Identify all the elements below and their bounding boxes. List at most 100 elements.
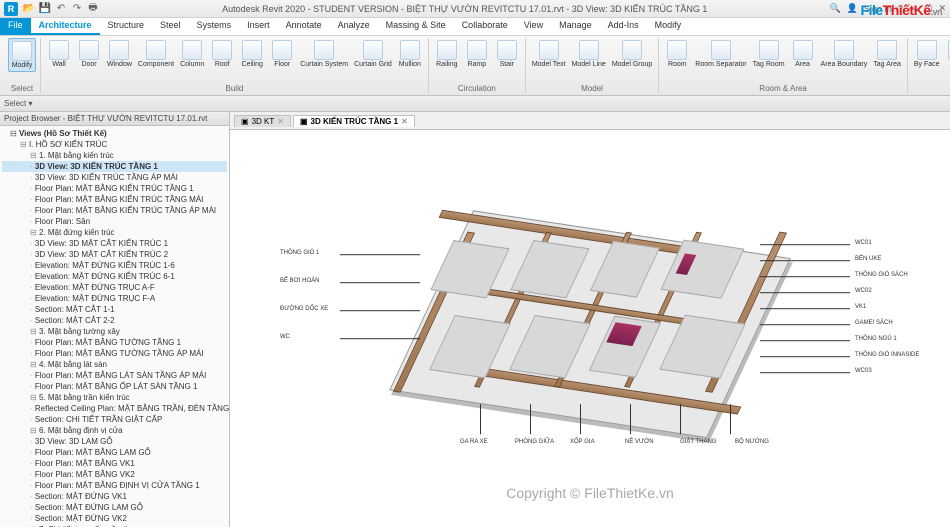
tree-node[interactable]: Elevation: MẶT ĐỨNG KIẾN TRÚC 6-1 bbox=[2, 271, 227, 282]
ribbon-tab-file[interactable]: File bbox=[0, 18, 31, 35]
tree-node[interactable]: Section: CHI TIẾT TRẦN GIẬT CẤP bbox=[2, 414, 227, 425]
tree-node[interactable]: 5. Mặt bằng trần kiến trúc bbox=[2, 392, 227, 403]
tree-node[interactable]: Elevation: MẶT ĐỨNG TRỤC F-A bbox=[2, 293, 227, 304]
tree-node[interactable]: Floor Plan: MẶT BẰNG TƯỜNG TẦNG ÁP MÁI bbox=[2, 348, 227, 359]
ribbon-button-room[interactable]: Room bbox=[663, 38, 691, 70]
ribbon-tab-manage[interactable]: Manage bbox=[551, 18, 600, 35]
close-tab-icon[interactable]: ✕ bbox=[401, 117, 408, 126]
tree-node[interactable]: 1. Mặt bằng kiến trúc bbox=[2, 150, 227, 161]
tree-node[interactable]: 3D View: 3D MẶT CẮT KIẾN TRÚC 1 bbox=[2, 238, 227, 249]
ribbon-button-component[interactable]: Component bbox=[136, 38, 176, 70]
tree-node[interactable]: Floor Plan: MẶT BẰNG LAM GỖ bbox=[2, 447, 227, 458]
ribbon-button-model-line[interactable]: Model Line bbox=[570, 38, 608, 70]
view-tab[interactable]: ▣ 3D KT ✕ bbox=[234, 115, 291, 127]
ribbon-button-label: Room Separator bbox=[695, 61, 746, 68]
ribbon-tab-systems[interactable]: Systems bbox=[189, 18, 240, 35]
tree-node[interactable]: 3D View: 3D MẶT CẮT KIẾN TRÚC 2 bbox=[2, 249, 227, 260]
tree-node[interactable]: Elevation: MẶT ĐỨNG TRỤC A-F bbox=[2, 282, 227, 293]
qat-open-icon[interactable]: 📂 bbox=[22, 2, 36, 16]
view-3d[interactable]: THÔNG GIÓ 1BỂ BƠI HOÀNĐƯỜNG DỐC XEWC WC0… bbox=[230, 130, 950, 527]
tree-node[interactable]: Elevation: MẶT ĐỨNG KIẾN TRÚC 1-6 bbox=[2, 260, 227, 271]
tree-node[interactable]: Section: MẶT CẮT 2-2 bbox=[2, 315, 227, 326]
ribbon-button-door[interactable]: Door bbox=[75, 38, 103, 70]
tree-node[interactable]: Floor Plan: MẶT BẰNG KIẾN TRÚC TẦNG 1 bbox=[2, 183, 227, 194]
project-browser-tree: Views (Hồ Sơ Thiết Kế)I. HỒ SƠ KIẾN TRÚC… bbox=[0, 126, 229, 527]
ribbon-button-label: Door bbox=[81, 61, 96, 68]
ribbon-button-column[interactable]: Column bbox=[178, 38, 206, 70]
ribbon-button-wall[interactable]: Wall bbox=[45, 38, 73, 70]
tree-node[interactable]: Section: MẶT CẮT 1-1 bbox=[2, 304, 227, 315]
tree-node[interactable]: Section: MẶT ĐỨNG VK1 bbox=[2, 491, 227, 502]
cube-icon: ▣ bbox=[241, 117, 249, 126]
tree-node[interactable]: 4. Mặt bằng lát sàn bbox=[2, 359, 227, 370]
ribbon-tab-insert[interactable]: Insert bbox=[239, 18, 278, 35]
tree-node[interactable]: Floor Plan: MẶT BẰNG TƯỜNG TẦNG 1 bbox=[2, 337, 227, 348]
tree-node[interactable]: 3D View: 3D KIẾN TRÚC TẦNG ÁP MÁI bbox=[2, 172, 227, 183]
ribbon-tab-structure[interactable]: Structure bbox=[100, 18, 153, 35]
stair-icon bbox=[497, 40, 517, 60]
ribbon-tab-add-ins[interactable]: Add-Ins bbox=[600, 18, 647, 35]
view-tab[interactable]: ▣ 3D KIẾN TRÚC TẦNG 1 ✕ bbox=[293, 115, 415, 127]
ribbon-button-mullion[interactable]: Mullion bbox=[396, 38, 424, 70]
tree-node[interactable]: Floor Plan: MẶT BẰNG VK2 bbox=[2, 469, 227, 480]
ribbon-button-label: Ceiling bbox=[242, 61, 263, 68]
tree-node[interactable]: Floor Plan: MẶT BẰNG VK1 bbox=[2, 458, 227, 469]
ribbon-button-curtain-system[interactable]: Curtain System bbox=[298, 38, 350, 70]
ribbon-button-roof[interactable]: Roof bbox=[208, 38, 236, 70]
ribbon-button-model-group[interactable]: Model Group bbox=[610, 38, 654, 70]
tree-node[interactable]: Views (Hồ Sơ Thiết Kế) bbox=[2, 128, 227, 139]
panel-room-area: Room Room Separator Tag Room AreaArea Bound… bbox=[659, 38, 908, 93]
select-subbar[interactable]: Select ▾ bbox=[0, 96, 950, 112]
ribbon-button-label: Tag Room bbox=[753, 61, 785, 68]
ribbon-tab-view[interactable]: View bbox=[516, 18, 551, 35]
qat-undo-icon[interactable]: ↶ bbox=[54, 2, 68, 16]
ribbon-tab-steel[interactable]: Steel bbox=[152, 18, 189, 35]
tree-node[interactable]: Section: MẶT ĐỨNG VK2 bbox=[2, 513, 227, 524]
ribbon-button-tag-room[interactable]: Tag Room bbox=[751, 38, 787, 70]
ribbon-button-area[interactable]: Area bbox=[789, 38, 817, 70]
ribbon-button-modify[interactable]: Modify bbox=[8, 38, 36, 72]
ribbon-tab-annotate[interactable]: Annotate bbox=[278, 18, 330, 35]
ribbon-tab-collaborate[interactable]: Collaborate bbox=[454, 18, 516, 35]
ribbon-button-ceiling[interactable]: Ceiling bbox=[238, 38, 266, 70]
ribbon-button-tag-area[interactable]: Tag Area bbox=[871, 38, 903, 70]
annotation-label: THÔNG NGỦ 1 bbox=[855, 336, 897, 342]
tree-node[interactable]: Floor Plan: MẶT BẰNG KIẾN TRÚC TẦNG MÁI bbox=[2, 194, 227, 205]
close-tab-icon[interactable]: ✕ bbox=[277, 117, 284, 126]
ribbon-tab-massing-site[interactable]: Massing & Site bbox=[378, 18, 454, 35]
tree-node[interactable]: 3. Mặt bằng tường xây bbox=[2, 326, 227, 337]
tree-node[interactable]: 2. Mặt đứng kiến trúc bbox=[2, 227, 227, 238]
ribbon-button-window[interactable]: Window bbox=[105, 38, 134, 70]
user-icon[interactable]: 👤 bbox=[847, 3, 858, 14]
qat-redo-icon[interactable]: ↷ bbox=[70, 2, 84, 16]
tree-node[interactable]: I. HỒ SƠ KIẾN TRÚC bbox=[2, 139, 227, 150]
ribbon-button-floor[interactable]: Floor bbox=[268, 38, 296, 70]
ribbon-button-by-face[interactable]: By Face bbox=[912, 38, 942, 70]
ribbon-button-curtain-grid[interactable]: Curtain Grid bbox=[352, 38, 394, 70]
tree-node[interactable]: Floor Plan: MẶT BẰNG KIẾN TRÚC TẦNG ÁP M… bbox=[2, 205, 227, 216]
qat-print-icon[interactable]: 🖶 bbox=[86, 2, 100, 16]
ribbon-button-ramp[interactable]: Ramp bbox=[463, 38, 491, 70]
ribbon-tab-architecture[interactable]: Architecture bbox=[31, 18, 100, 35]
tree-node[interactable]: Floor Plan: MẶT BẰNG ỐP LÁT SÀN TẦNG 1 bbox=[2, 381, 227, 392]
ribbon-button-railing[interactable]: Railing bbox=[433, 38, 461, 70]
ribbon-tab-modify[interactable]: Modify bbox=[647, 18, 690, 35]
ribbon-button-shaft[interactable]: Shaft bbox=[944, 38, 950, 70]
panel-select: ModifySelect bbox=[4, 38, 41, 93]
qat-save-icon[interactable]: 💾 bbox=[38, 2, 52, 16]
tree-node[interactable]: Floor Plan: MẶT BẰNG ĐỊNH VỊ CỬA TẦNG 1 bbox=[2, 480, 227, 491]
ribbon-button-stair[interactable]: Stair bbox=[493, 38, 521, 70]
tree-node[interactable]: Floor Plan: MẶT BẰNG LÁT SÀN TẦNG ÁP MÁI bbox=[2, 370, 227, 381]
tree-node[interactable]: 6. Mặt bằng định vị cửa bbox=[2, 425, 227, 436]
tree-node[interactable]: 3D View: 3D KIẾN TRÚC TẦNG 1 bbox=[2, 161, 227, 172]
ribbon-button-model-text[interactable]: Model Text bbox=[530, 38, 568, 70]
tree-node[interactable]: Section: MẶT ĐỨNG LAM GỖ bbox=[2, 502, 227, 513]
ribbon-tabs: FileArchitectureStructureSteelSystemsIns… bbox=[0, 18, 950, 36]
tree-node[interactable]: Floor Plan: Sân bbox=[2, 216, 227, 227]
ribbon-button-area-boundary[interactable]: Area Boundary bbox=[819, 38, 870, 70]
tree-node[interactable]: 3D View: 3D LAM GỖ bbox=[2, 436, 227, 447]
search-icon[interactable]: 🔍 bbox=[829, 3, 840, 14]
tree-node[interactable]: Reflected Ceiling Plan: MẶT BẰNG TRẦN, Đ… bbox=[2, 403, 227, 414]
ribbon-button-room-separator[interactable]: Room Separator bbox=[693, 38, 748, 70]
ribbon-tab-analyze[interactable]: Analyze bbox=[330, 18, 378, 35]
